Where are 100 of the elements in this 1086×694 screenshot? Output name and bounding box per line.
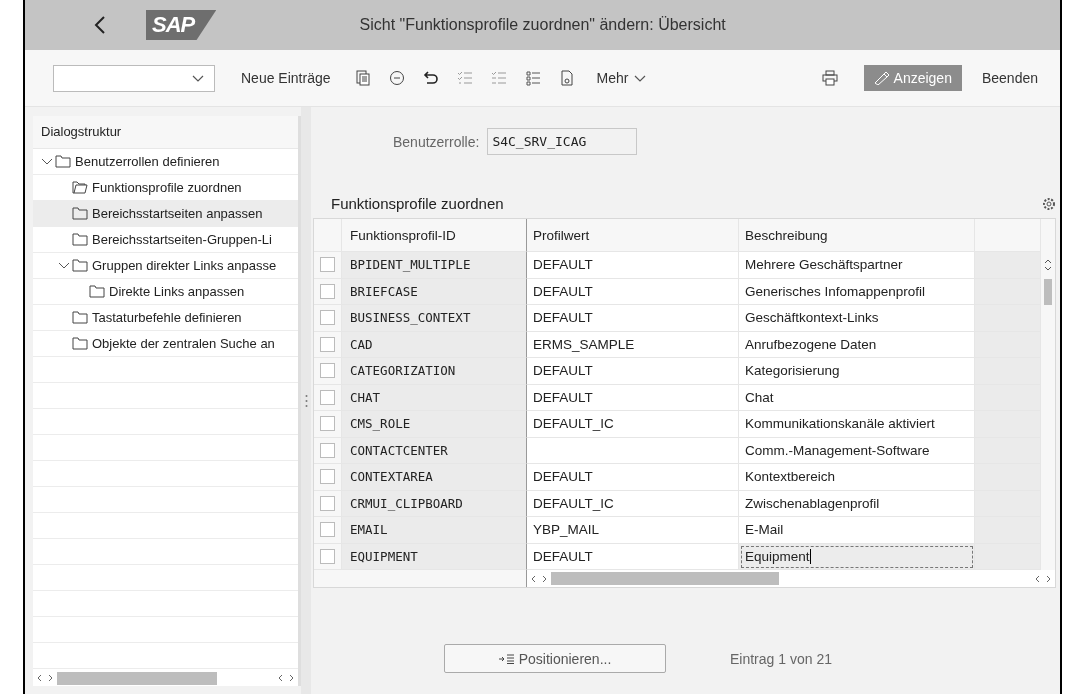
tree-item[interactable]: Direkte Links anpassen: [33, 279, 298, 305]
table-cell: [975, 490, 1041, 517]
arrow-list-icon: [498, 653, 515, 664]
table-cell[interactable]: Geschäftkontext-Links: [739, 305, 975, 332]
table-cell: DEFAULT: [527, 464, 739, 491]
table-cell: CAD: [342, 331, 527, 358]
table-cell: YBP_MAIL: [527, 517, 739, 544]
table-cell: CHAT: [342, 384, 527, 411]
table-cell: [975, 305, 1041, 332]
scrollbar-thumb[interactable]: [57, 671, 217, 685]
tree-item[interactable]: Tastaturbefehle definieren: [33, 305, 298, 331]
row-checkbox[interactable]: [320, 495, 335, 511]
more-menu-button[interactable]: Mehr: [588, 66, 655, 90]
tree-item[interactable]: Bereichsstartseiten-Gruppen-Li: [33, 227, 298, 253]
table-cell: BRIEFCASE: [342, 278, 527, 305]
minus-circle-icon[interactable]: [388, 70, 405, 86]
tree-item[interactable]: Bereichsstartseiten anpassen: [33, 201, 298, 227]
new-entries-button[interactable]: Neue Einträge: [233, 66, 339, 90]
table-cell[interactable]: Kommunikationskanäle aktiviert: [739, 411, 975, 438]
table-cell[interactable]: Equipment: [739, 543, 975, 570]
table-cell: [975, 252, 1041, 279]
table-cell: DEFAULT: [527, 543, 739, 570]
table-cell: DEFAULT: [527, 252, 739, 279]
row-checkbox[interactable]: [320, 389, 335, 405]
field-label: Benutzerrolle:: [393, 133, 480, 150]
splitter-handle-icon[interactable]: [304, 393, 308, 408]
table-cell: [975, 331, 1041, 358]
row-checkbox[interactable]: [320, 469, 335, 485]
table-cell: BPIDENT_MULTIPLE: [342, 252, 527, 279]
row-checkbox[interactable]: [320, 310, 335, 326]
table-cell: DEFAULT: [527, 358, 739, 385]
scroll-arrows-icon[interactable]: [1035, 574, 1051, 583]
row-checkbox[interactable]: [320, 363, 335, 379]
table-cell: ERMS_SAMPLE: [527, 331, 739, 358]
position-button[interactable]: Positionieren...: [444, 644, 666, 673]
table-cell: CMS_ROLE: [342, 411, 527, 438]
scroll-arrows-icon[interactable]: [37, 674, 53, 682]
checklist-icon[interactable]: [490, 70, 507, 86]
table-cell: [975, 543, 1041, 570]
panel-title: Dialogstruktur: [33, 116, 298, 149]
entry-count: Eintrag 1 von 21: [730, 650, 832, 667]
table-cell: [975, 278, 1041, 305]
settings-icon[interactable]: [1042, 196, 1056, 211]
scrollbar-thumb[interactable]: [551, 572, 779, 585]
table-cell: CONTACTCENTER: [342, 437, 527, 464]
table-cell: CATEGORIZATION: [342, 358, 527, 385]
caret-icon: [634, 74, 647, 82]
table-cell: [975, 358, 1041, 385]
copy-icon[interactable]: [354, 70, 371, 86]
scroll-arrows-icon[interactable]: [1044, 258, 1052, 273]
table-cell[interactable]: Comm.-Management-Software: [739, 437, 975, 464]
back-icon[interactable]: [94, 15, 106, 35]
row-checkbox[interactable]: [320, 522, 335, 538]
column-header[interactable]: Funktionsprofil-ID: [342, 219, 527, 252]
table-cell: [975, 411, 1041, 438]
table-cell: BUSINESS_CONTEXT: [342, 305, 527, 332]
undo-icon[interactable]: [422, 70, 439, 86]
tree-item[interactable]: Benutzerrollen definieren: [33, 149, 298, 175]
table-cell: [975, 437, 1041, 464]
table-cell[interactable]: Kategorisierung: [739, 358, 975, 385]
table-cell: DEFAULT: [527, 384, 739, 411]
row-checkbox[interactable]: [320, 416, 335, 432]
logo: SAP: [146, 10, 217, 40]
column-header[interactable]: Beschreibung: [739, 219, 975, 252]
row-checkbox[interactable]: [320, 283, 335, 299]
table-cell: [975, 384, 1041, 411]
checklist-icon[interactable]: [456, 70, 473, 86]
row-checkbox[interactable]: [320, 257, 335, 273]
table-cell: [975, 517, 1041, 544]
column-header[interactable]: Profilwert: [527, 219, 739, 252]
table-cell[interactable]: E-Mail: [739, 517, 975, 544]
table-cell: DEFAULT: [527, 305, 739, 332]
list-icon[interactable]: [524, 70, 541, 86]
caret-icon: [192, 74, 204, 82]
tree-item[interactable]: Objekte der zentralen Suche an: [33, 331, 298, 357]
table-cell[interactable]: Chat: [739, 384, 975, 411]
table-cell[interactable]: Anrufbezogene Daten: [739, 331, 975, 358]
exit-button[interactable]: Beenden: [973, 66, 1046, 90]
table-cell[interactable]: Kontextbereich: [739, 464, 975, 491]
table-cell: DEFAULT_IC: [527, 490, 739, 517]
scroll-arrows-icon[interactable]: [531, 574, 547, 583]
table-cell[interactable]: Mehrere Geschäftspartner: [739, 252, 975, 279]
document-icon[interactable]: [558, 70, 575, 86]
table-cell: EMAIL: [342, 517, 527, 544]
section-title: Funktionsprofile zuordnen: [331, 195, 504, 212]
print-icon[interactable]: [821, 70, 838, 86]
tree-item[interactable]: Gruppen direkter Links anpasse: [33, 253, 298, 279]
row-checkbox[interactable]: [320, 548, 335, 564]
role-field[interactable]: S4C_SRV_ICAG: [487, 128, 638, 155]
table-cell: DEFAULT: [527, 278, 739, 305]
scroll-arrows-icon[interactable]: [278, 674, 294, 682]
table-cell: CONTEXTAREA: [342, 464, 527, 491]
table-cell[interactable]: Generisches Infomappenprofil: [739, 278, 975, 305]
row-checkbox[interactable]: [320, 442, 335, 458]
table-cell[interactable]: Zwischenablagenprofil: [739, 490, 975, 517]
scrollbar-thumb[interactable]: [1044, 278, 1052, 305]
table-cell: CRMUI_CLIPBOARD: [342, 490, 527, 517]
dropdown[interactable]: [53, 64, 215, 92]
row-checkbox[interactable]: [320, 336, 335, 352]
table-cell: DEFAULT_IC: [527, 411, 739, 438]
